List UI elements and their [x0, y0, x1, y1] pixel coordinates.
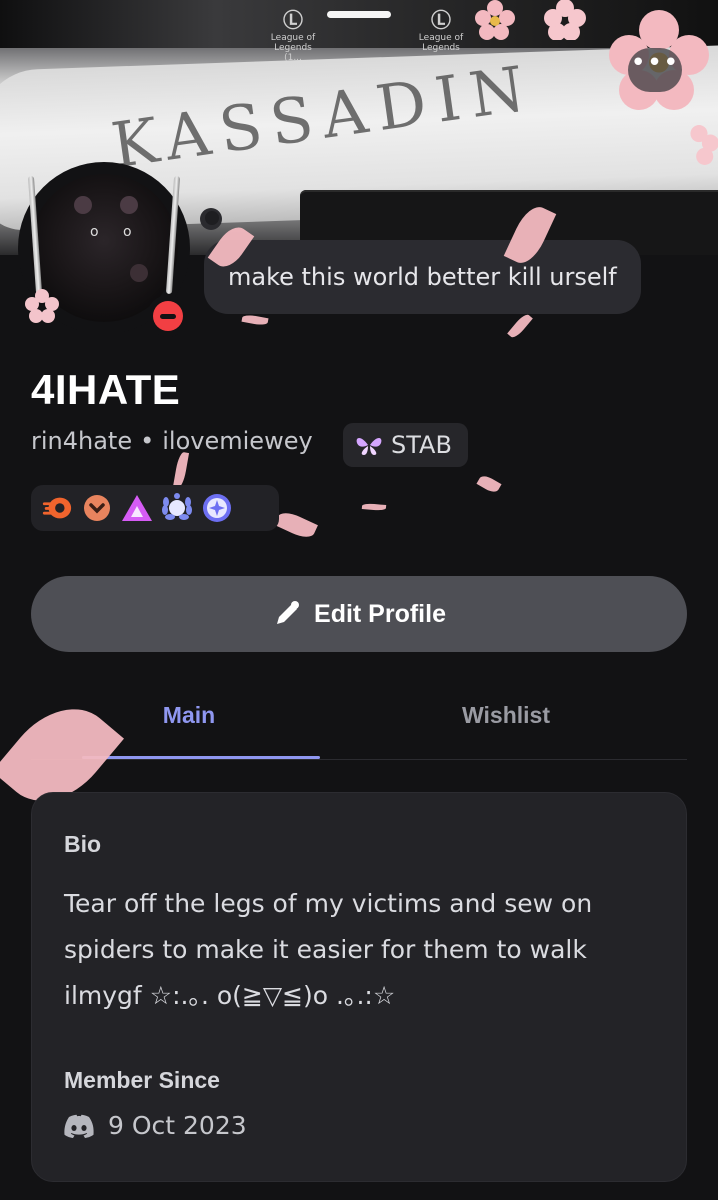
tab-wishlist[interactable]: Wishlist [361, 690, 651, 746]
username: rin4hate [31, 427, 133, 455]
profile-tabs: Main Wishlist [31, 690, 687, 760]
flower-icon [544, 0, 586, 40]
petal-decoration [507, 312, 533, 340]
drag-handle[interactable] [327, 11, 391, 18]
bio-heading: Bio [64, 831, 102, 857]
edit-profile-button[interactable]: Edit Profile [31, 576, 687, 652]
flower-icon [690, 125, 718, 165]
laurel-icon[interactable] [161, 492, 193, 524]
server-tag-label: STAB [391, 431, 452, 459]
petal-decoration [361, 502, 387, 512]
tab-divider [31, 759, 687, 760]
discord-icon [64, 1114, 94, 1138]
nitro-icon[interactable] [41, 492, 73, 524]
petal-decoration [476, 473, 502, 495]
sakura-icon [25, 289, 59, 323]
bio-text: Tear off the legs of my victims and sew … [64, 889, 593, 1010]
pencil-icon [272, 599, 302, 629]
butterfly-icon [356, 438, 382, 455]
active-tab-indicator [82, 756, 320, 759]
more-options-button[interactable]: ••• [628, 48, 682, 92]
server-tag[interactable]: STAB [343, 423, 468, 467]
custom-status-bubble[interactable]: make this world better kill urself [204, 240, 641, 314]
dnd-status-icon [147, 295, 189, 337]
member-since-heading: Member Since [64, 1067, 220, 1093]
boost-icon[interactable] [81, 492, 113, 524]
edit-profile-label: Edit Profile [314, 599, 446, 628]
member-since-row: 9 Oct 2023 [64, 1111, 247, 1140]
quest-icon[interactable] [201, 492, 233, 524]
display-name: 4IHATE [31, 366, 181, 413]
petal-decoration [172, 451, 190, 489]
hypesquad-icon[interactable] [121, 492, 153, 524]
petal-decoration [241, 313, 269, 327]
separator: • [140, 427, 155, 455]
flower-icon [475, 0, 515, 40]
about-card: Bio Tear off the legs of my victims and … [31, 792, 687, 1182]
petal-decoration [274, 508, 318, 542]
league-logo-1: Ⓛ League of Legends (1... [270, 8, 316, 63]
badge-row [31, 485, 279, 531]
league-logo-2: Ⓛ League of Legends [418, 8, 464, 53]
username-row: rin4hate • ilovemiewey [31, 427, 313, 455]
more-options-icon: ••• [630, 48, 680, 78]
pronouns: ilovemiewey [162, 427, 313, 455]
member-since-date: 9 Oct 2023 [108, 1111, 247, 1140]
